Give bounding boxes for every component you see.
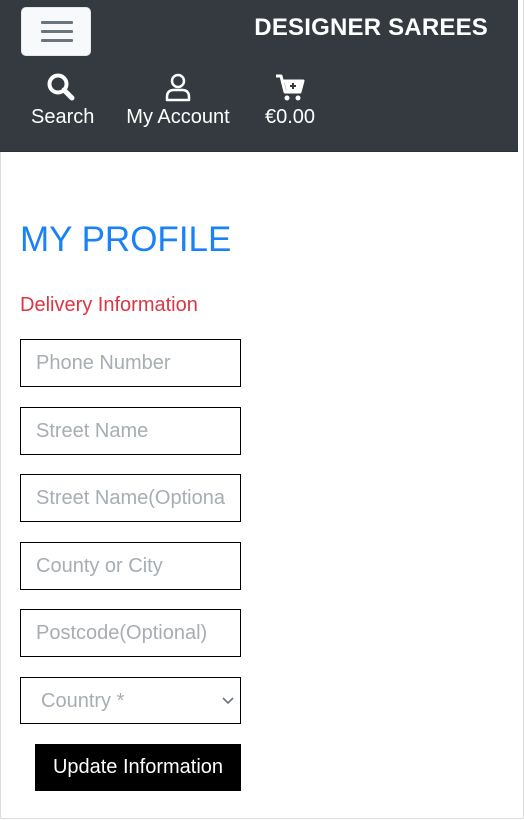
update-information-button[interactable]: Update Information	[35, 744, 241, 791]
page-title: MY PROFILE	[20, 220, 232, 259]
section-title: Delivery Information	[20, 294, 198, 316]
chevron-down-icon	[222, 697, 234, 705]
brand-logo[interactable]: DESIGNER SAREES	[254, 14, 488, 42]
nav-my-account[interactable]: My Account	[124, 72, 232, 129]
nav-cart[interactable]: €0.00	[262, 72, 318, 129]
phone-number-input[interactable]	[20, 339, 241, 387]
menu-toggle-button[interactable]	[21, 7, 91, 56]
cart-icon	[276, 74, 305, 101]
nav-my-account-label: My Account	[126, 106, 230, 128]
street-name-optional-input[interactable]	[20, 474, 241, 522]
county-or-city-input[interactable]	[20, 542, 241, 590]
search-icon	[47, 73, 75, 101]
street-name-input[interactable]	[20, 407, 241, 455]
nav-search[interactable]: Search	[31, 72, 95, 129]
postcode-input[interactable]	[20, 609, 241, 657]
navbar: DESIGNER SAREES Search My Account €0.00	[0, 0, 518, 152]
cart-total-label: €0.00	[264, 106, 316, 128]
user-icon	[165, 73, 191, 102]
country-select[interactable]: Country *	[20, 677, 241, 724]
nav-search-label: Search	[31, 106, 95, 128]
country-select-value: Country *	[41, 690, 125, 712]
